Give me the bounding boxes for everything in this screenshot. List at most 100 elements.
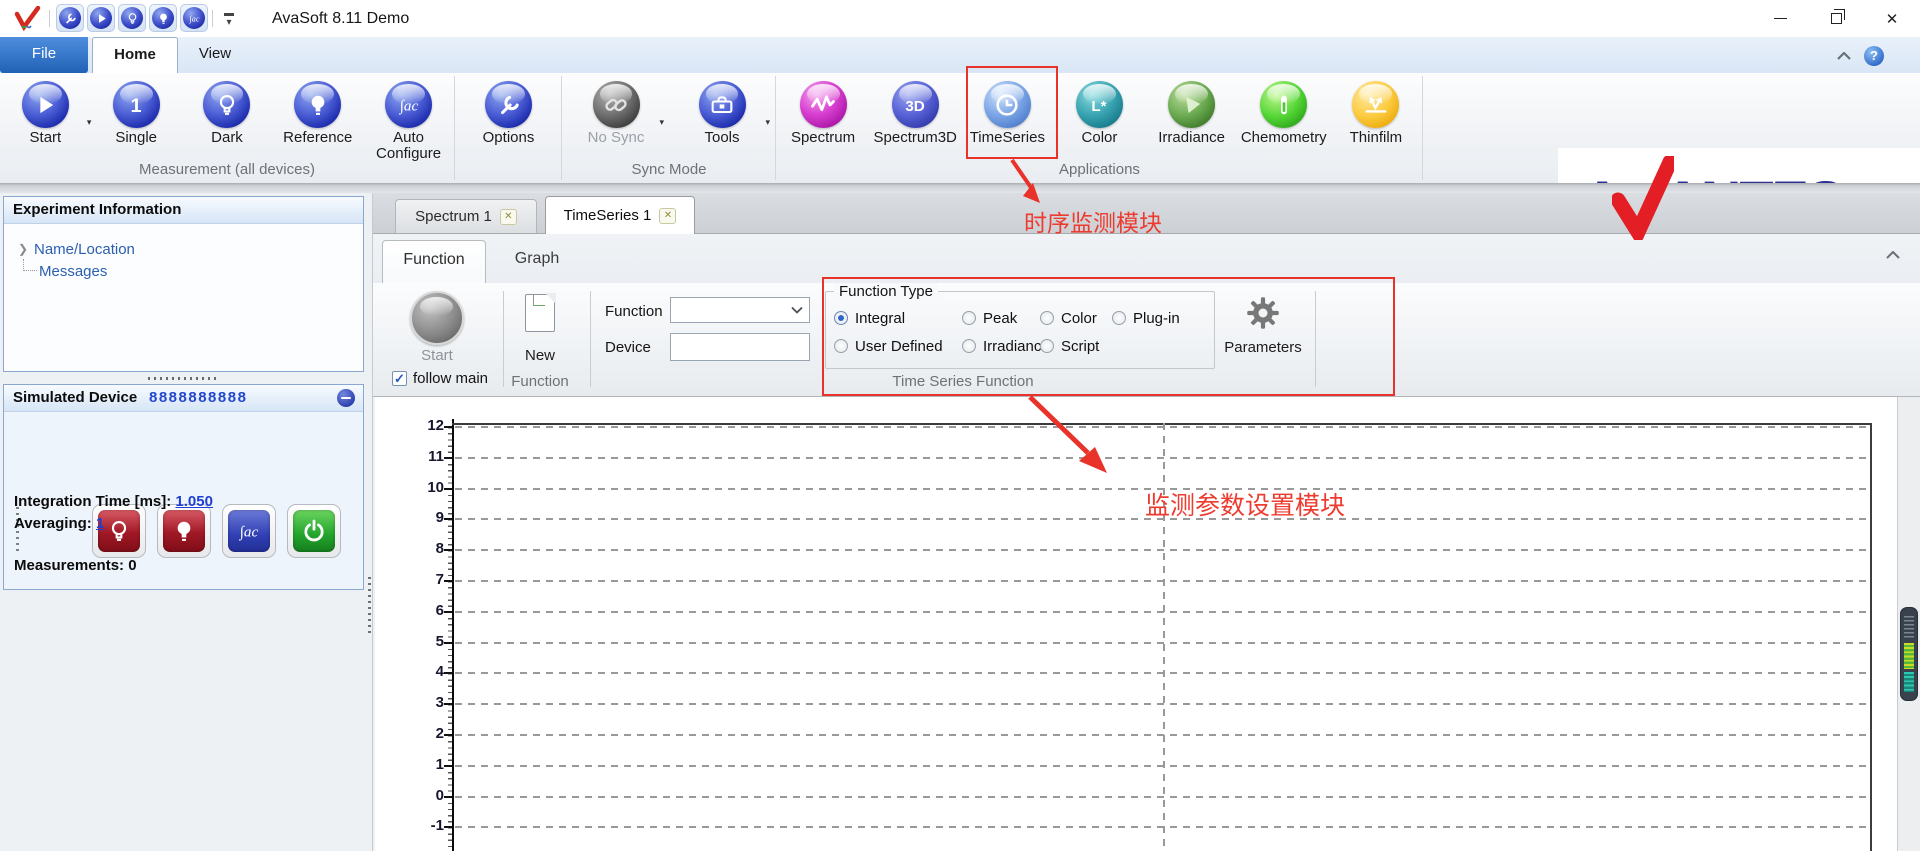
avasoft-window: ∫ac ▬▾ AvaSoft 8.11 Demo ✕ File Home Vie… — [0, 0, 1920, 851]
bulb-outline-icon — [203, 81, 250, 128]
sidebar-horizontal-splitter[interactable] — [3, 374, 364, 382]
ribbon-button-label: Thinfilm — [1350, 130, 1403, 146]
chart-zoom-scrollbar[interactable] — [1897, 397, 1920, 851]
svg-text:3D: 3D — [906, 97, 925, 114]
ribbon-button-chemometry[interactable]: Chemometry — [1238, 81, 1330, 146]
threed-icon: 3D — [892, 81, 939, 128]
chevron-down-icon — [791, 306, 803, 314]
ribbon-button-spectrum[interactable]: Spectrum — [777, 81, 869, 146]
ribbon-button-no-sync[interactable]: No Sync ▾ — [570, 81, 662, 146]
y-tick-label-3: 3 — [400, 694, 444, 711]
tab-file[interactable]: File — [0, 37, 88, 73]
ribbon-button-start[interactable]: Start▾ — [1, 81, 89, 146]
quick-access-bulb-outline-icon[interactable] — [118, 4, 146, 32]
close-tab-icon[interactable]: ✕ — [500, 209, 517, 225]
thumb-stripes — [1904, 643, 1914, 669]
tab-view[interactable]: View — [182, 37, 248, 73]
doc-tab-spectrum-1[interactable]: Spectrum 1 ✕ — [395, 199, 537, 233]
integration-time-link[interactable]: 1.050 — [175, 493, 213, 510]
avasoft-logo-icon — [14, 6, 44, 31]
ribbon-button-tools[interactable]: Tools ▾ — [676, 81, 768, 146]
ribbon-button-label: Tools — [704, 130, 739, 146]
y-tick-label-1: 1 — [400, 756, 444, 773]
ribbon-group-applications: Spectrum3DSpectrum3DTimeSeriesL*ColorIrr… — [777, 76, 1423, 180]
device-textbox[interactable] — [670, 333, 810, 361]
ribbon-button-label: Irradiance — [1158, 130, 1225, 146]
ribbon-group-label: Sync Mode — [563, 161, 775, 178]
jac-icon: ∫ac — [183, 7, 205, 29]
dropdown-arrow-icon[interactable]: ▾ — [659, 117, 664, 128]
wrench-icon — [485, 81, 532, 128]
ribbon-button-label: No Sync — [588, 130, 645, 146]
scrollbar-thumb[interactable] — [1900, 607, 1918, 701]
ribbon-button-label: Dark — [211, 130, 243, 146]
device-reference-button[interactable] — [157, 504, 211, 558]
quick-access-jac-icon[interactable]: ∫ac — [180, 4, 208, 32]
y-tick-label-0: 0 — [400, 787, 444, 804]
function-combobox[interactable] — [670, 297, 810, 323]
timeseries-start-button[interactable] — [410, 291, 464, 345]
ribbon-button-single[interactable]: 1Single — [92, 81, 180, 146]
ribbon-button-options[interactable]: Options — [463, 81, 555, 146]
gridline-y-8 — [455, 549, 1869, 551]
tree-item-messages[interactable]: Messages — [18, 260, 363, 282]
ribbon-collapse-icon[interactable] — [1834, 46, 1854, 66]
tab-graph[interactable]: Graph — [497, 240, 577, 283]
integration-time-row: Integration Time [ms]: 1.050 — [14, 493, 213, 510]
titlebar-separator — [49, 10, 50, 27]
power-icon — [293, 510, 335, 552]
simulated-device-panel: Simulated Device 8888888888 ∫ac Integrat… — [3, 384, 364, 590]
ribbon-button-dark[interactable]: Dark — [183, 81, 271, 146]
quick-access-dropdown-icon[interactable]: ▬▾ — [222, 9, 236, 27]
y-tick-12 — [444, 426, 452, 428]
tab-function[interactable]: Function — [382, 240, 486, 283]
ribbon-button-auto-configure[interactable]: ∫acAuto Configure — [365, 81, 453, 162]
quick-access-wrench-icon[interactable] — [56, 4, 84, 32]
play-icon — [90, 7, 112, 29]
ribbon-group-label: Applications — [777, 161, 1422, 178]
tab-home[interactable]: Home — [92, 37, 178, 73]
svg-text:L*: L* — [1092, 97, 1107, 114]
ribbon-button-color[interactable]: L*Color — [1053, 81, 1145, 146]
new-function-button[interactable] — [525, 294, 555, 332]
quick-access-bulb-icon[interactable] — [149, 4, 177, 32]
jac-icon: ∫ac — [228, 510, 270, 552]
minimize-button[interactable] — [1752, 0, 1808, 37]
restore-button[interactable] — [1808, 0, 1864, 37]
collapse-panel-button[interactable] — [337, 389, 355, 407]
ribbon-button-reference[interactable]: Reference — [274, 81, 362, 146]
help-button[interactable]: ? — [1864, 46, 1884, 66]
quick-access-play-icon[interactable] — [87, 4, 115, 32]
y-tick-label-4: 4 — [400, 663, 444, 680]
ribbon-group-options: Options — [456, 76, 562, 180]
function-group-label: Function — [505, 373, 575, 390]
ribbon-button-irradiance[interactable]: Irradiance — [1146, 81, 1238, 146]
collapse-toolbar-icon[interactable] — [1884, 248, 1902, 262]
chain-icon — [593, 81, 640, 128]
sidebar-main-splitter[interactable] — [368, 577, 371, 635]
device-autoconfigure-button[interactable]: ∫ac — [222, 504, 276, 558]
close-tab-icon[interactable]: ✕ — [659, 208, 676, 224]
ribbon-button-spectrum3d[interactable]: 3DSpectrum3D — [869, 81, 961, 146]
ribbon-button-thinfilm[interactable]: Thinfilm — [1330, 81, 1422, 146]
gridline-y-4 — [455, 672, 1869, 674]
experiment-information-header: Experiment Information — [4, 197, 363, 224]
dropdown-arrow-icon[interactable]: ▾ — [765, 117, 770, 128]
tree-item-name-location[interactable]: ❯ Name/Location — [18, 238, 363, 260]
dropdown-arrow-icon[interactable]: ▾ — [87, 117, 92, 128]
y-tick-3 — [444, 703, 452, 705]
y-tick-6 — [444, 611, 452, 613]
simulated-device-header: Simulated Device 8888888888 — [4, 385, 363, 412]
device-power-button[interactable] — [287, 504, 341, 558]
checkbox-checked-icon: ✓ — [392, 371, 407, 386]
averaging-link[interactable]: 1 — [96, 515, 104, 532]
follow-main-checkbox[interactable]: ✓ follow main — [392, 370, 488, 387]
y-tick-label-10: 10 — [400, 479, 444, 496]
close-button[interactable]: ✕ — [1864, 0, 1920, 37]
doc-tab-timeseries-1[interactable]: TimeSeries 1 ✕ — [545, 196, 695, 234]
experiment-information-panel: Experiment Information ❯ Name/Location M… — [3, 196, 364, 372]
y-tick--1 — [444, 826, 452, 828]
reflect-icon — [1352, 81, 1399, 128]
quick-access-toolbar: ∫ac — [56, 4, 208, 32]
window-title: AvaSoft 8.11 Demo — [272, 0, 409, 37]
